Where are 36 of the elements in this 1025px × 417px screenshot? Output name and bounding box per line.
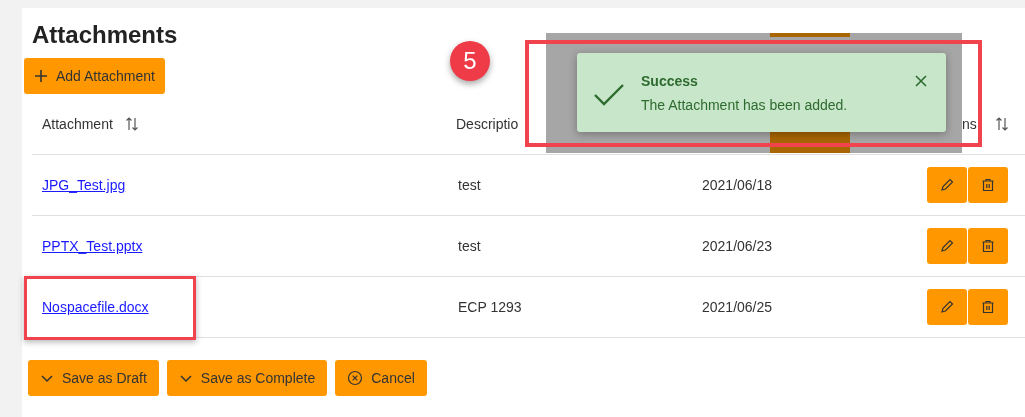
table-cell: 2021/06/25: [702, 299, 773, 315]
pencil-icon: [939, 238, 955, 254]
toast-title: Success: [641, 72, 699, 89]
footer-button[interactable]: Cancel: [335, 360, 427, 396]
pencil-icon: [939, 299, 955, 315]
table-cell: ECP 1293: [458, 299, 522, 315]
delete-button[interactable]: [968, 228, 1008, 264]
plus-icon: [34, 69, 48, 83]
edit-button[interactable]: [927, 228, 967, 264]
edit-button[interactable]: [927, 289, 967, 325]
table-cell: test: [458, 238, 481, 254]
column-header: Attachment: [42, 116, 113, 132]
cancel-circle-icon: [347, 370, 364, 386]
attachment-link[interactable]: JPG_Test.jpg: [42, 177, 126, 193]
pencil-icon: [939, 177, 955, 193]
footer-button[interactable]: Save as Complete: [166, 360, 328, 396]
add-attachment-button[interactable]: Add Attachment: [24, 58, 165, 94]
toast-message: The Attachment has been added.: [641, 96, 849, 113]
footer-button[interactable]: Save as Draft: [28, 360, 159, 396]
delete-button[interactable]: [968, 167, 1008, 203]
attachment-link[interactable]: PPTX_Test.pptx: [42, 238, 143, 254]
table-cell: 2021/06/23: [702, 238, 773, 254]
attachment-link[interactable]: Nospacefile.docx: [42, 299, 149, 315]
trash-icon: [980, 177, 996, 193]
column-header: ns: [962, 116, 977, 132]
page-title: Attachments: [32, 20, 179, 50]
sort-icon[interactable]: [994, 116, 1009, 132]
delete-button[interactable]: [968, 289, 1008, 325]
table-cell: test: [458, 177, 481, 193]
trash-icon: [980, 299, 996, 315]
trash-icon: [980, 238, 996, 254]
checkmark-icon: [593, 82, 625, 107]
edit-button[interactable]: [927, 167, 967, 203]
table-cell: 2021/06/18: [702, 177, 773, 193]
sort-icon[interactable]: [124, 116, 139, 132]
column-header: Descriptio: [456, 116, 519, 132]
